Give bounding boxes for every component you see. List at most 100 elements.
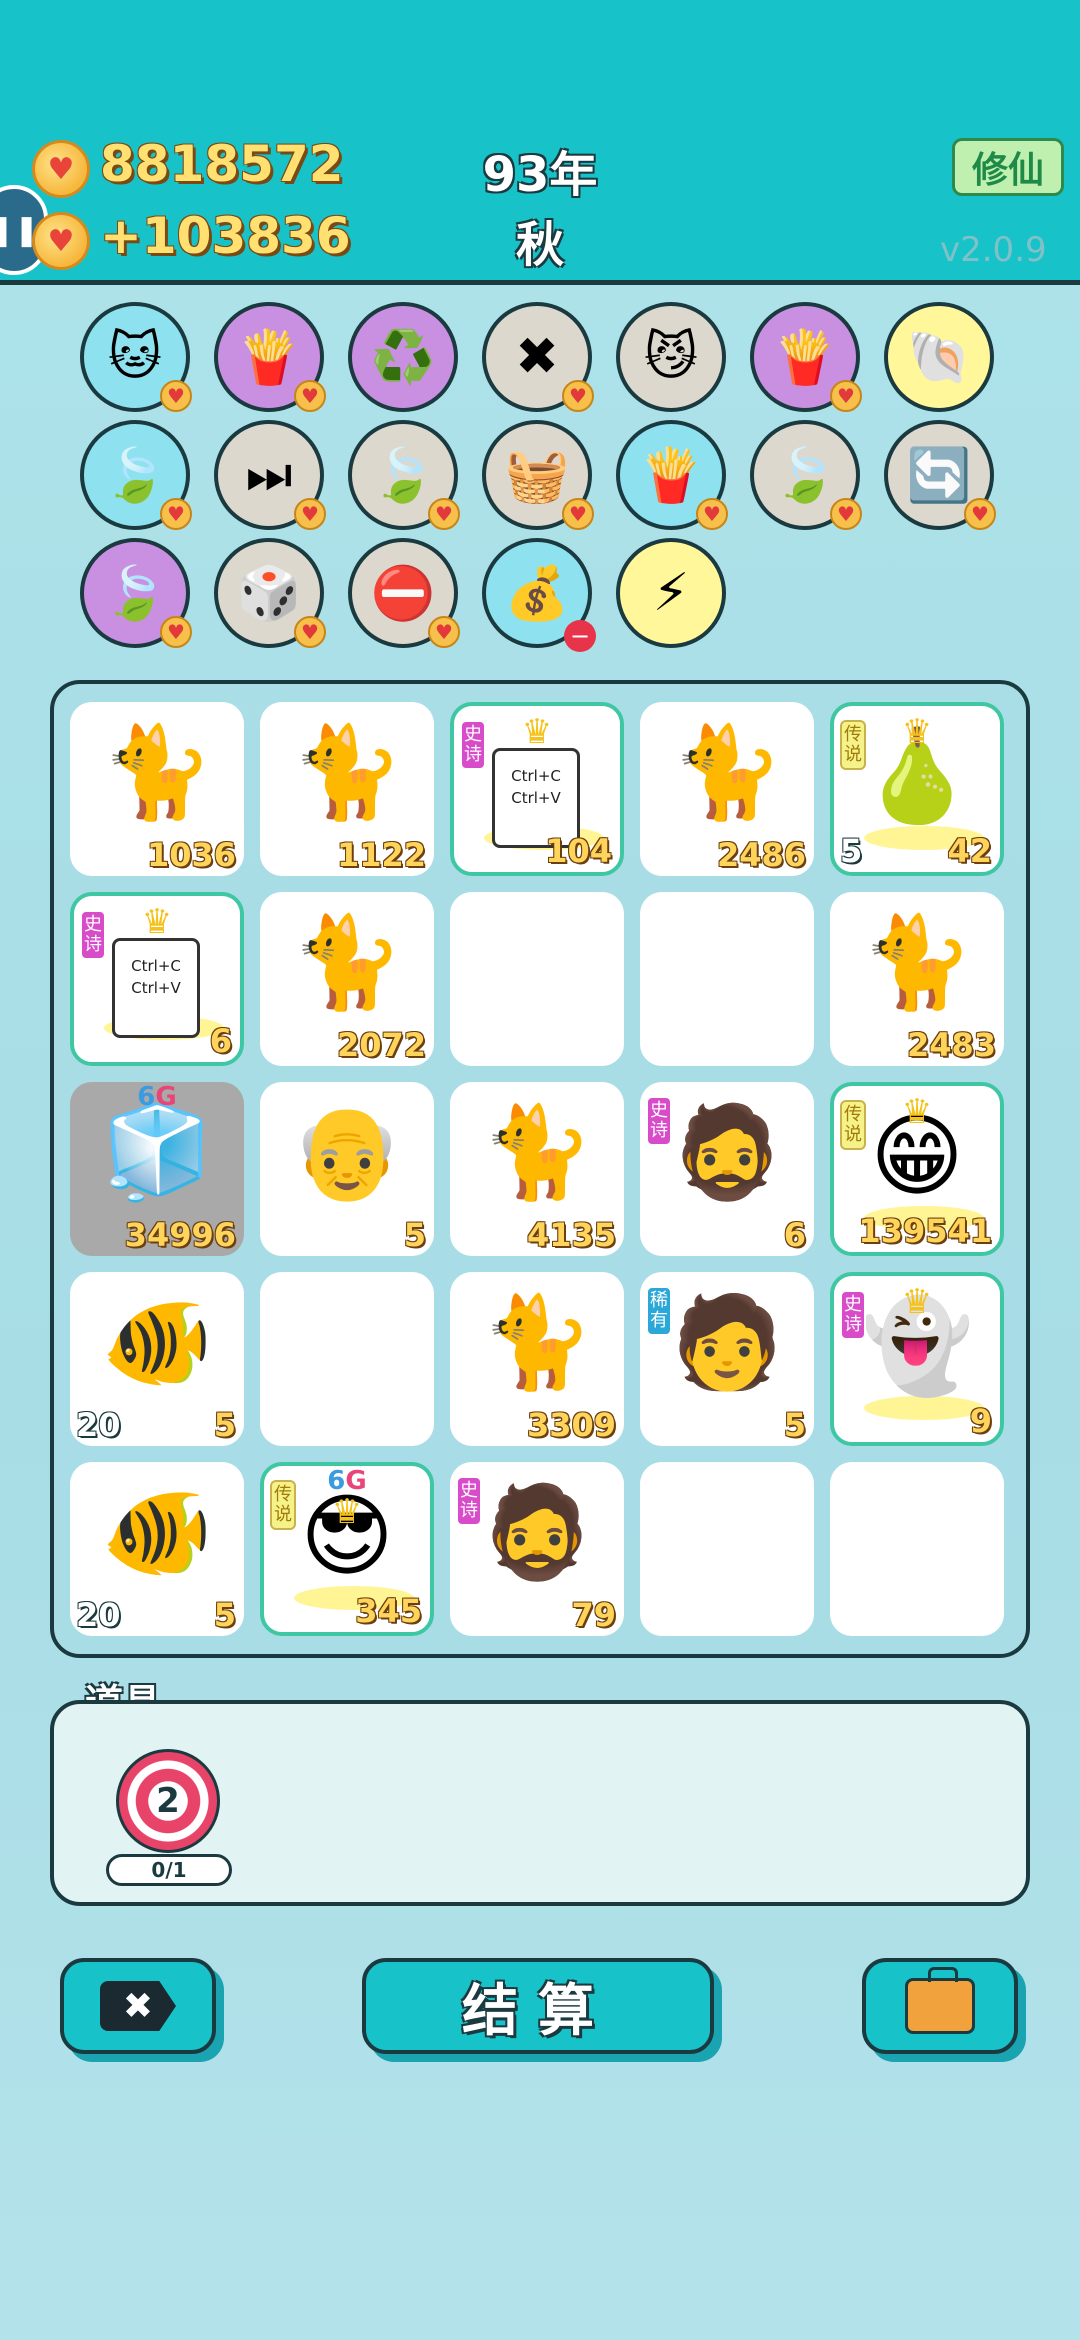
rarity-tag: 史诗 xyxy=(80,910,106,960)
version-label: v2.0.9 xyxy=(940,230,1047,270)
rarity-tag: 传说 xyxy=(270,1480,296,1530)
skip-icon[interactable]: ⏭ ♥ xyxy=(214,420,326,530)
copy-paste-icon: Ctrl+C Ctrl+V xyxy=(112,938,200,1038)
rarity-tag: 稀有 xyxy=(646,1286,672,1336)
game-board: 🐈 1036 🐈 1122 Ctrl+C Ctrl+V ♛ 史诗 104 🐈 2486 🍐 ♛ 传说 5 42… xyxy=(50,680,1030,1658)
fries-icon[interactable]: 🍟 ♥ xyxy=(616,420,728,530)
copy-card-text: Ctrl+C xyxy=(511,767,561,785)
rarity-tag: 史诗 xyxy=(646,1096,672,1146)
board-slot[interactable]: 🐈 2483 xyxy=(830,892,1004,1066)
dice-icon[interactable]: 🎲 ♥ xyxy=(214,538,326,648)
rarity-tag: 传说 xyxy=(840,720,866,770)
coin-icon: ♥ xyxy=(32,140,90,198)
heart-badge-icon: ♥ xyxy=(830,380,862,412)
heart-badge-icon: ♥ xyxy=(428,616,460,648)
heart-badge-icon: ♥ xyxy=(562,498,594,530)
settle-button[interactable]: 结算 xyxy=(362,1958,714,2054)
shell-icon[interactable]: 🐚 xyxy=(884,302,994,412)
inventory-button[interactable] xyxy=(862,1958,1018,2054)
board-slot[interactable]: 🐈 2072 xyxy=(260,892,434,1066)
board-slot[interactable]: 🐈 1036 xyxy=(70,702,244,876)
board-slot[interactable]: 🍐 ♛ 传说 5 42 xyxy=(830,702,1004,876)
cat-icon: 🐈 xyxy=(860,910,974,1015)
props-panel: 2 0/1 xyxy=(50,1700,1030,1906)
board-slot[interactable]: 🧊 6G 34996 xyxy=(70,1082,244,1256)
heart-badge-icon: ♥ xyxy=(294,498,326,530)
cat-icon: 🐈 xyxy=(290,720,404,825)
board-slot[interactable]: 😎 ♛ 6G 传说 345 xyxy=(260,1462,434,1636)
coin-total: 8818572 xyxy=(100,135,344,193)
fries-icon[interactable]: 🍟 ♥ xyxy=(750,302,862,412)
heart-badge-icon: ♥ xyxy=(294,380,326,412)
heart-badge-icon: ♥ xyxy=(562,380,594,412)
heart-badge-icon: ♥ xyxy=(428,498,460,530)
heart-badge-icon: ♥ xyxy=(160,616,192,648)
top-bar: ❚❚ ♥ 8818572 ♥ +103836 93年 秋 修仙 v2.0.9 xyxy=(0,0,1080,285)
heart-badge-icon: ♥ xyxy=(964,498,996,530)
empty-slot[interactable] xyxy=(640,892,814,1066)
old-man-icon: 👴 xyxy=(290,1100,404,1205)
board-slot[interactable]: 🐈 2486 xyxy=(640,702,814,876)
board-slot[interactable]: 🧔 史诗 79 xyxy=(450,1462,624,1636)
disabled-badge-icon: − xyxy=(564,620,596,652)
slot-sub-count: 20 xyxy=(76,1596,121,1634)
board-slot[interactable]: 👴 5 xyxy=(260,1082,434,1256)
slot-value: 4135 xyxy=(526,1216,616,1254)
empty-slot[interactable] xyxy=(450,892,624,1066)
cat-icon: 🐈 xyxy=(290,910,404,1015)
rarity-tag: 史诗 xyxy=(456,1476,482,1526)
xiuxian-button[interactable]: 修仙 xyxy=(952,138,1064,196)
fries-icon[interactable]: 🍟 ♥ xyxy=(214,302,326,412)
heart-badge-icon: ♥ xyxy=(696,498,728,530)
cat-pair-icon[interactable]: 😼 xyxy=(616,302,726,412)
remove-button[interactable]: ✖ xyxy=(60,1958,216,2054)
refresh-icon[interactable]: 🔄 ♥ xyxy=(884,420,996,530)
delete-tag-icon: ✖ xyxy=(100,1981,176,2031)
empty-slot[interactable] xyxy=(640,1462,814,1636)
slot-value: 5 xyxy=(783,1406,806,1444)
slot-value: 2072 xyxy=(336,1026,426,1064)
board-slot[interactable]: 🐠 20 5 xyxy=(70,1462,244,1636)
season-label: 秋 xyxy=(515,217,564,273)
slot-value: 1122 xyxy=(336,836,426,874)
copy-card-text: Ctrl+V xyxy=(131,979,181,997)
leaf-icon[interactable]: 🍃 ♥ xyxy=(80,420,192,530)
board-slot[interactable]: 🐠 20 5 xyxy=(70,1272,244,1446)
settle-label: 结算 xyxy=(462,1978,614,2044)
slot-value: 79 xyxy=(571,1596,616,1634)
board-slot[interactable]: 🐈 3309 xyxy=(450,1272,624,1446)
empty-slot[interactable] xyxy=(830,1462,1004,1636)
slot-value: 9 xyxy=(969,1402,992,1440)
board-slot[interactable]: 😁 ♛ 传说 139541 xyxy=(830,1082,1004,1256)
board-slot[interactable]: 🧑 稀有 5 xyxy=(640,1272,814,1446)
basket-icon[interactable]: 🧺 ♥ xyxy=(482,420,594,530)
cat-icon[interactable]: 🐱 ♥ xyxy=(80,302,192,412)
minus-circle-icon[interactable]: ⛔ ♥ xyxy=(348,538,460,648)
recycle-icon[interactable]: ♻️ xyxy=(348,302,458,412)
lightning-icon[interactable]: ⚡ xyxy=(616,538,726,648)
target-prop-icon[interactable]: 2 xyxy=(116,1749,220,1853)
heart-badge-icon: ♥ xyxy=(294,616,326,648)
fish-icon: 🐠 xyxy=(100,1290,214,1395)
board-slot[interactable]: 🧔 史诗 6 xyxy=(640,1082,814,1256)
board-slot[interactable]: Ctrl+C Ctrl+V ♛ 史诗 104 xyxy=(450,702,624,876)
board-slot[interactable]: Ctrl+C Ctrl+V ♛ 史诗 6 xyxy=(70,892,244,1066)
copy-card-text: Ctrl+V xyxy=(511,789,561,807)
slot-value: 42 xyxy=(947,832,992,870)
board-slot[interactable]: 🐈 1122 xyxy=(260,702,434,876)
leaf-icon[interactable]: 🍃 ♥ xyxy=(348,420,460,530)
target-prop-count: 2 xyxy=(156,1781,180,1821)
delete-tag-icon[interactable]: ✖ ♥ xyxy=(482,302,594,412)
board-slot[interactable]: 👻 ♛ 史诗 9 xyxy=(830,1272,1004,1446)
slot-sub-count: 5 xyxy=(840,832,863,870)
slot-value: 345 xyxy=(355,1592,422,1630)
fridge-icon: 🧊 xyxy=(100,1100,214,1205)
slot-value: 3309 xyxy=(526,1406,616,1444)
leaf-icon[interactable]: 🍃 ♥ xyxy=(750,420,862,530)
leaf-icon[interactable]: 🍃 ♥ xyxy=(80,538,192,648)
board-slot[interactable]: 🐈 4135 xyxy=(450,1082,624,1256)
sack-icon[interactable]: 💰 − xyxy=(482,538,596,652)
rarity-tag: 传说 xyxy=(840,1100,866,1150)
empty-slot[interactable] xyxy=(260,1272,434,1446)
6g-badge: 6G xyxy=(137,1082,177,1112)
